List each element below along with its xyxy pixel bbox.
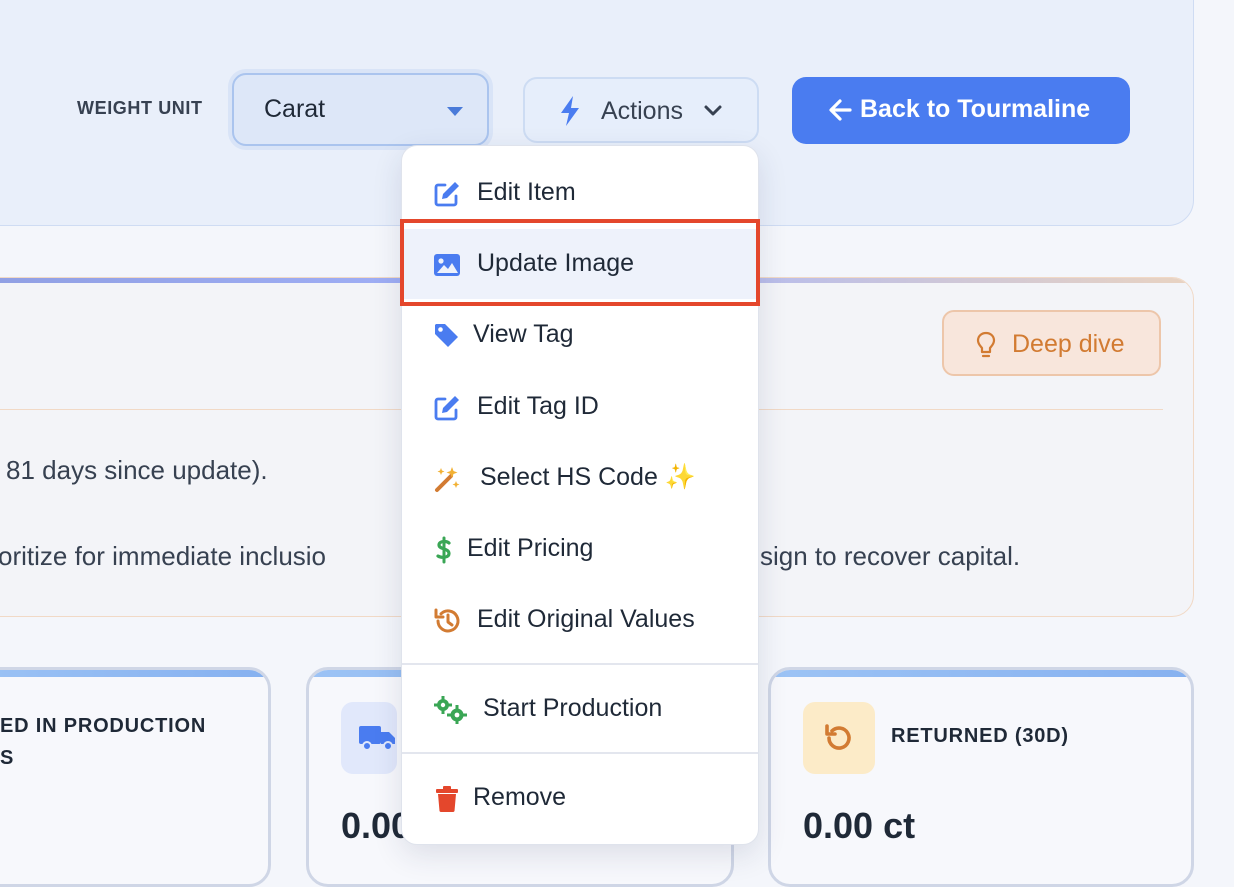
caret-down-icon (447, 107, 463, 116)
actions-label: Actions (601, 97, 683, 125)
menu-item-label: Update Image (477, 249, 635, 277)
stat-card-value: 0.00 ct (803, 805, 916, 846)
truck-icon (359, 726, 395, 751)
deep-dive-button[interactable]: Deep dive (942, 310, 1161, 376)
menu-item-view-tag[interactable]: View Tag (402, 300, 758, 370)
deep-dive-label: Deep dive (1012, 330, 1125, 358)
menu-item-select-hs-code[interactable]: Select HS Code ✨ (402, 443, 758, 513)
insight-text-line1: 81 days since update). (6, 455, 268, 485)
chevron-down-icon (704, 105, 722, 116)
menu-separator (402, 752, 758, 754)
menu-item-label: Start Production (483, 694, 663, 722)
stat-card-accent (0, 670, 268, 677)
returned-icon-box (803, 702, 875, 774)
history-icon (434, 608, 460, 633)
insight-text-line2-left: oritize for immediate inclusio (0, 541, 327, 571)
weight-unit-label: WEIGHT UNIT (77, 98, 203, 118)
stat-card-title: RETURNED (30D) (891, 725, 1069, 747)
undo-icon (825, 724, 851, 750)
menu-item-start-production[interactable]: Start Production (402, 674, 758, 744)
stat-card-in-production (0, 667, 271, 887)
menu-item-label: Edit Pricing (467, 534, 594, 562)
back-label: Back to Tourmaline (860, 95, 1091, 123)
insight-text-line2-right: sign to recover capital. (760, 541, 1021, 571)
menu-item-update-image[interactable]: Update Image (402, 229, 758, 299)
truck-icon-box (341, 702, 397, 774)
menu-separator (402, 663, 758, 665)
trash-icon (436, 786, 458, 813)
stat-card-title-line2: S (0, 747, 15, 769)
stat-card-title: ED IN PRODUCTION S (0, 710, 206, 774)
edit-icon (434, 182, 459, 207)
gears-icon (434, 696, 467, 724)
bolt-icon (561, 96, 579, 126)
menu-item-label: Select HS Code ✨ (480, 463, 696, 491)
actions-dropdown-menu: Edit Item Update Image View Tag Edit Tag… (401, 145, 759, 845)
menu-item-edit-tag-id[interactable]: Edit Tag ID (402, 372, 758, 442)
menu-item-label: View Tag (473, 320, 574, 348)
back-to-tourmaline-button[interactable]: Back to Tourmaline (792, 77, 1130, 144)
arrow-left-icon (829, 99, 852, 121)
dollar-icon (436, 536, 451, 564)
image-icon (434, 254, 460, 276)
weight-unit-select[interactable]: Carat (232, 73, 489, 146)
lightbulb-icon (976, 331, 996, 358)
menu-item-label: Edit Tag ID (477, 392, 599, 420)
menu-item-remove[interactable]: Remove (402, 763, 758, 833)
menu-item-label: Remove (473, 783, 567, 811)
menu-item-edit-pricing[interactable]: Edit Pricing (402, 514, 758, 584)
menu-item-edit-item[interactable]: Edit Item (402, 158, 758, 228)
stat-card-title-line1: ED IN PRODUCTION (0, 715, 207, 737)
actions-button[interactable]: Actions (523, 77, 759, 143)
menu-item-label: Edit Original Values (477, 605, 695, 633)
magic-wand-icon (435, 467, 460, 492)
menu-item-edit-original-values[interactable]: Edit Original Values (402, 585, 758, 655)
weight-unit-value: Carat (264, 95, 326, 123)
tag-icon (435, 324, 458, 347)
menu-item-label: Edit Item (477, 178, 576, 206)
edit-icon (434, 396, 459, 421)
stat-card-accent (771, 670, 1191, 677)
stat-card-returned (768, 667, 1194, 887)
